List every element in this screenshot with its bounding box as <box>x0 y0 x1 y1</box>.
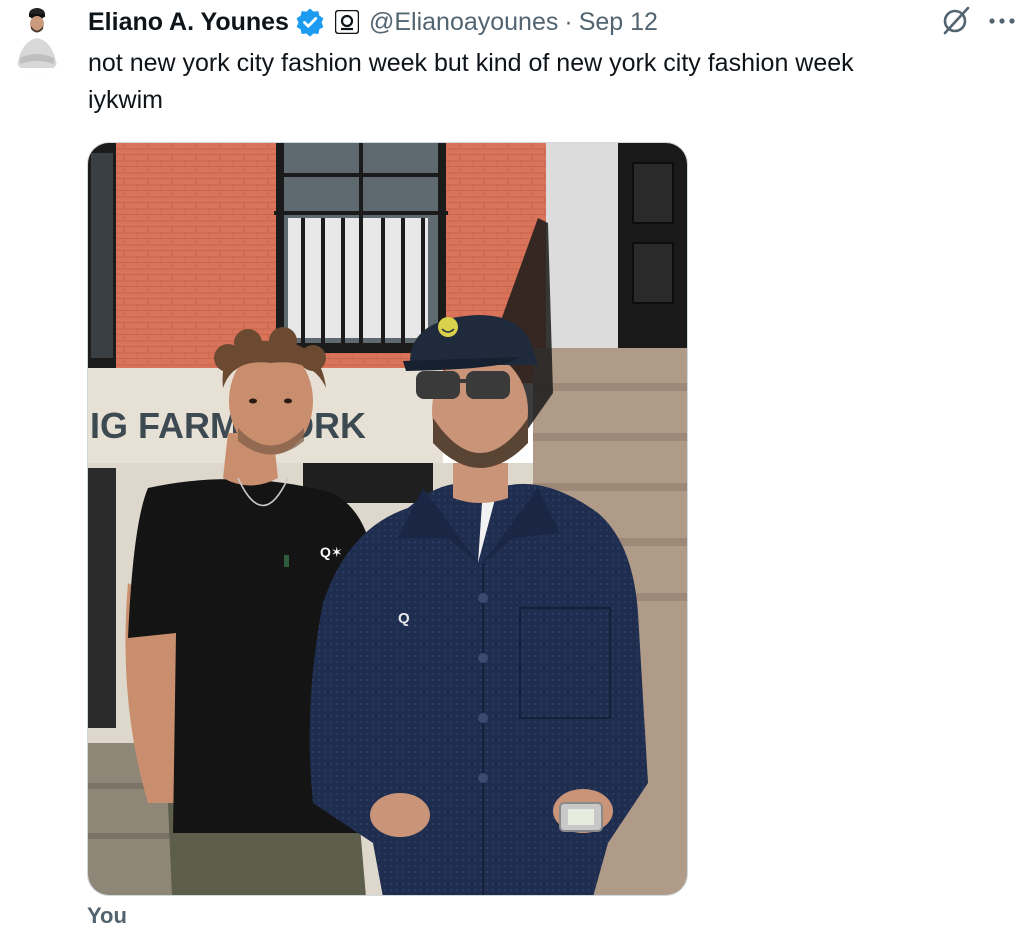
avatar[interactable] <box>10 2 64 76</box>
tweet-photo[interactable]: IG FARM N ORK Q✶ Q <box>87 142 688 896</box>
tweet-text: not new york city fashion week but kind … <box>88 49 854 114</box>
cap-smiley-logo <box>438 317 458 337</box>
jacket-logo-text: Q <box>398 610 410 627</box>
tweet-date[interactable]: Sep 12 <box>579 8 658 37</box>
separator-dot: · <box>564 7 573 36</box>
tweet: Eliano A. Younes @Elianoayounes · Sep 12 <box>0 0 1028 932</box>
more-icon[interactable] <box>986 8 1018 34</box>
shirt-logo-text: Q✶ <box>320 544 343 560</box>
brand-logo-badge-icon[interactable] <box>334 9 360 35</box>
tagged-user-label[interactable]: You <box>87 903 127 929</box>
grok-icon[interactable] <box>940 4 972 36</box>
tweet-header: Eliano A. Younes @Elianoayounes · Sep 12 <box>88 5 658 39</box>
author-handle[interactable]: @Elianoayounes <box>369 8 558 37</box>
verified-badge-icon[interactable] <box>295 7 325 37</box>
author-name[interactable]: Eliano A. Younes <box>88 8 289 37</box>
